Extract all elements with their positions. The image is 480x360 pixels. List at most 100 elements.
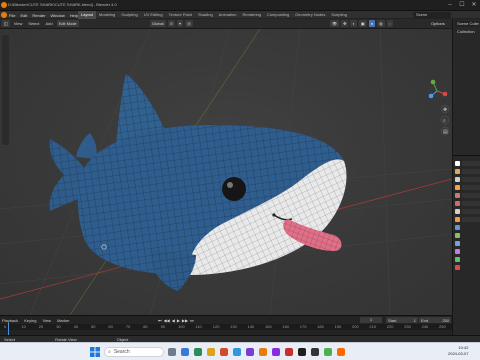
status-rotate-view: Rotate View	[55, 336, 77, 342]
end-frame-field[interactable]: End 250	[419, 317, 451, 323]
properties-tab-physics[interactable]	[455, 241, 460, 246]
properties-tab-render[interactable]	[455, 169, 460, 174]
visibility-button[interactable]: 👁	[330, 20, 340, 27]
shading-material-button[interactable]: ◍	[377, 20, 385, 27]
properties-tab-object[interactable]	[455, 217, 460, 222]
close-button[interactable]: ✕	[468, 0, 480, 11]
outliner-collection[interactable]: Collection	[457, 29, 479, 35]
taskbar-app-icon[interactable]	[311, 348, 319, 356]
gizmo-button[interactable]: ✥	[341, 20, 349, 27]
start-frame-field[interactable]: Start 1	[386, 317, 418, 323]
viewport-header: ◫ View Select Add Edit Mode Global ⊙ ⌖ ◎…	[0, 19, 452, 29]
frame-ruler[interactable]: 0 10 20 30 40 50 60 70 80 90 100 110 120 130 140 150 160…	[0, 324, 452, 330]
tab-sculpting[interactable]: Sculpting	[118, 11, 140, 19]
menu-add[interactable]: Add	[44, 20, 55, 27]
taskbar-app-icon[interactable]	[285, 348, 293, 356]
taskbar-app-icon[interactable]	[324, 348, 332, 356]
tab-scripting[interactable]: Scripting	[328, 11, 350, 19]
viewport-canvas[interactable]: ✥ ⌕ ▤	[0, 29, 452, 315]
timeline-keying-menu[interactable]: Keying	[24, 318, 36, 323]
maximize-button[interactable]: ☐	[456, 0, 468, 11]
timeline-playback-menu[interactable]: Playback	[2, 318, 18, 323]
transform-orientation-dropdown[interactable]: Global	[150, 20, 166, 27]
right-panels: Scene Collection Collection	[452, 19, 480, 339]
pivot-point-button[interactable]: ⊙	[167, 20, 175, 27]
minimize-button[interactable]: –	[444, 0, 456, 11]
taskbar-app-icon[interactable]	[337, 348, 345, 356]
taskbar-app-icon[interactable]	[220, 348, 228, 356]
tab-layout[interactable]: Layout	[78, 11, 97, 19]
taskbar-search-box[interactable]: ⌕ Search	[104, 347, 164, 357]
menu-window[interactable]: Window	[50, 13, 64, 18]
menu-file[interactable]: File	[9, 13, 15, 18]
jump-start-button[interactable]: ⏮	[158, 318, 162, 323]
tab-geometry-nodes[interactable]: Geometry Nodes	[292, 11, 328, 19]
timeline-marker-menu[interactable]: Marker	[57, 318, 69, 323]
taskbar-app-icon[interactable]	[272, 348, 280, 356]
prev-keyframe-button[interactable]: ◀◀	[164, 318, 170, 323]
menu-help[interactable]: Help	[70, 13, 78, 18]
properties-tab-particles[interactable]	[455, 233, 460, 238]
tab-compositing[interactable]: Compositing	[264, 11, 292, 19]
proportional-edit-button[interactable]: ◎	[185, 20, 193, 27]
menu-select[interactable]: Select	[26, 20, 41, 27]
workspace-tabs: Layout Modeling Sculpting UV Editing Tex…	[78, 11, 350, 19]
outliner-scene-collection[interactable]: Scene Collection	[455, 21, 479, 27]
xray-button[interactable]: ▣	[358, 20, 367, 27]
tab-shading[interactable]: Shading	[195, 11, 216, 19]
tab-texture-paint[interactable]: Texture Paint	[166, 11, 195, 19]
properties-tab-collection[interactable]	[455, 209, 460, 214]
taskbar-app-icon[interactable]	[259, 348, 267, 356]
taskbar-app-icon[interactable]	[233, 348, 241, 356]
scene-selector[interactable]: Scene	[413, 12, 451, 18]
taskbar-app-icon[interactable]	[246, 348, 254, 356]
menu-view[interactable]: View	[12, 20, 25, 27]
properties-tab-world[interactable]	[455, 201, 460, 206]
window-title: D:\Blender\CUTE SHARK\CUTE SHARK.blend] …	[8, 2, 117, 7]
play-button[interactable]: ▶	[177, 318, 180, 323]
shading-solid-button[interactable]: ●	[368, 20, 376, 27]
menu-edit[interactable]: Edit	[20, 13, 27, 18]
status-select: Select	[4, 336, 16, 342]
blender-menu-icon[interactable]	[1, 12, 7, 18]
timeline-view-menu[interactable]: View	[42, 318, 51, 323]
tab-modeling[interactable]: Modeling	[96, 11, 118, 19]
main-menu: File Edit Render Window Help	[9, 11, 78, 19]
taskbar-app-icon[interactable]	[181, 348, 189, 356]
editor-type-button[interactable]: ◫	[2, 20, 10, 27]
properties-tab-tool[interactable]	[455, 161, 460, 166]
ruler-tick-label: 240	[421, 324, 429, 329]
windows-start-icon[interactable]	[90, 347, 100, 357]
menu-render[interactable]: Render	[32, 13, 45, 18]
tab-uv-editing[interactable]: UV Editing	[141, 11, 166, 19]
properties-tab-scene[interactable]	[455, 193, 460, 198]
taskbar-app-icon[interactable]	[194, 348, 202, 356]
mode-dropdown[interactable]: Edit Mode	[56, 20, 79, 27]
ruler-tick-label: 160	[282, 324, 290, 329]
ruler-tick-label: 110	[195, 324, 202, 329]
properties-tab-view-layer[interactable]	[455, 185, 460, 190]
ruler-tick-label: 170	[299, 324, 307, 329]
tab-animation[interactable]: Animation	[216, 11, 240, 19]
properties-tab-output[interactable]	[455, 177, 460, 182]
snap-button[interactable]: ⌖	[176, 20, 184, 27]
shading-rendered-button[interactable]: ◌	[386, 20, 393, 27]
3d-viewport[interactable]: ✥ ⌕ ▤	[0, 29, 452, 315]
properties-tab-modifiers[interactable]	[455, 225, 460, 230]
play-reverse-button[interactable]: ◀	[172, 318, 175, 323]
taskbar-app-icon[interactable]	[207, 348, 215, 356]
system-clock[interactable]: 10:42 2024-03-07	[448, 345, 468, 357]
next-keyframe-button[interactable]: ▶▶	[182, 318, 188, 323]
properties-tab-data[interactable]	[455, 257, 460, 262]
taskbar-app-icon[interactable]	[298, 348, 306, 356]
properties-tab-material[interactable]	[455, 265, 460, 270]
options-dropdown[interactable]: Options	[429, 20, 447, 27]
taskbar-app-icon[interactable]	[168, 348, 176, 356]
overlay-button[interactable]: ◐	[350, 20, 357, 27]
properties-tab-constraints[interactable]	[455, 249, 460, 254]
current-frame-field[interactable]: 1	[360, 317, 382, 323]
tab-rendering[interactable]: Rendering	[239, 11, 263, 19]
ruler-tick-label: 20	[38, 324, 44, 329]
jump-end-button[interactable]: ⏭	[190, 318, 194, 323]
ruler-tick-label: 40	[73, 324, 79, 329]
